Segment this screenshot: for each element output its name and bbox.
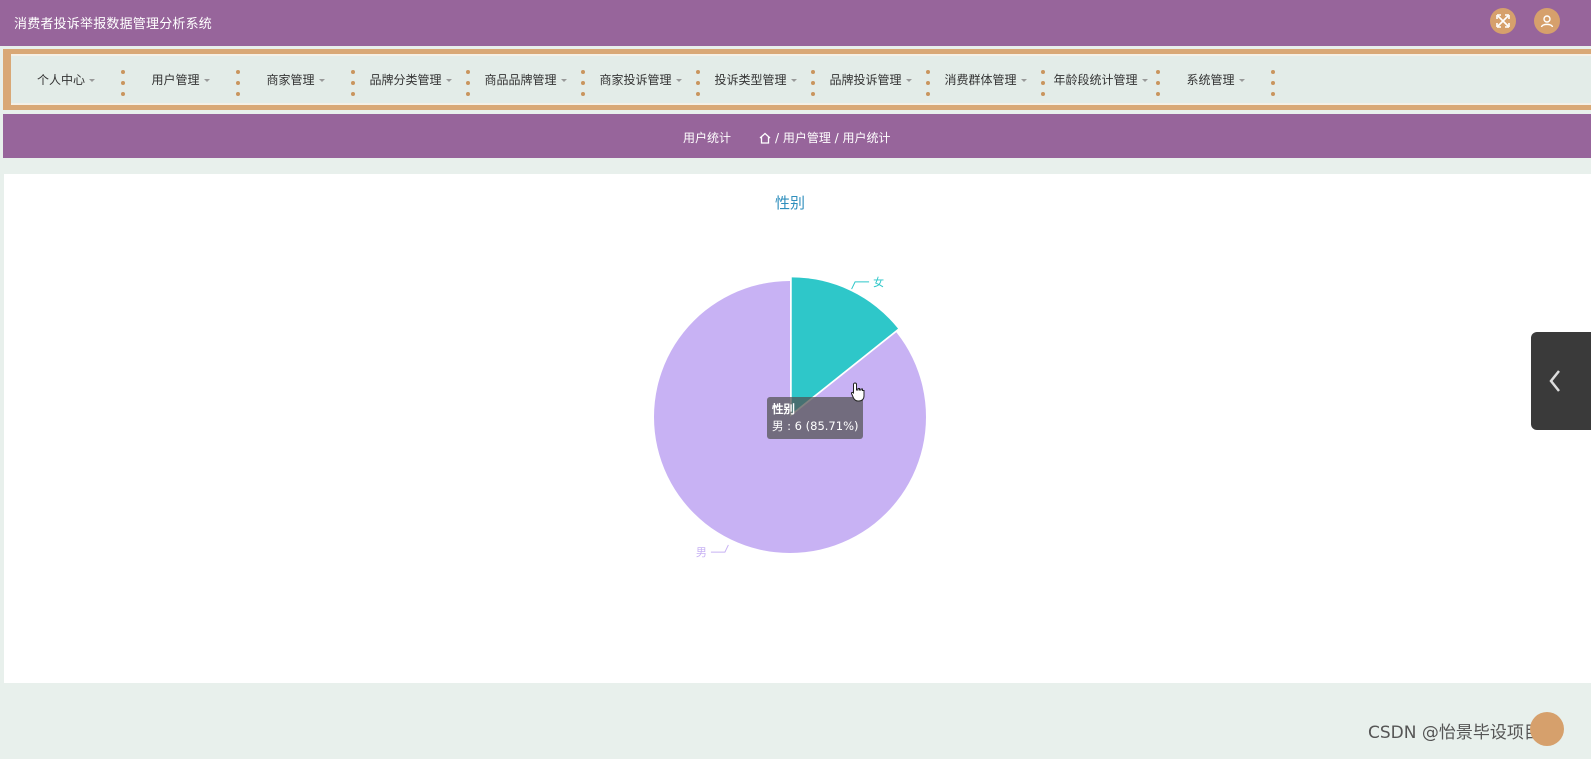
pie-label-line xyxy=(851,281,870,290)
chevron-left-icon xyxy=(1549,370,1560,392)
side-panel-toggle[interactable] xyxy=(1531,332,1591,430)
hand-cursor-icon xyxy=(850,382,865,402)
tooltip-text: 男 : 6 (85.71%) xyxy=(772,419,859,433)
pie-label-line xyxy=(710,544,729,553)
pie-chart[interactable]: 女男 xyxy=(0,0,1591,759)
tooltip-title: 性别 xyxy=(772,402,795,416)
watermark: CSDN @怡景毕设项目 xyxy=(1368,723,1541,743)
corner-button[interactable] xyxy=(1530,712,1564,746)
pie-slice-label: 男 xyxy=(696,546,707,559)
pie-slice-label: 女 xyxy=(873,275,884,289)
chart-tooltip: 性别 男 : 6 (85.71%) xyxy=(767,397,864,439)
